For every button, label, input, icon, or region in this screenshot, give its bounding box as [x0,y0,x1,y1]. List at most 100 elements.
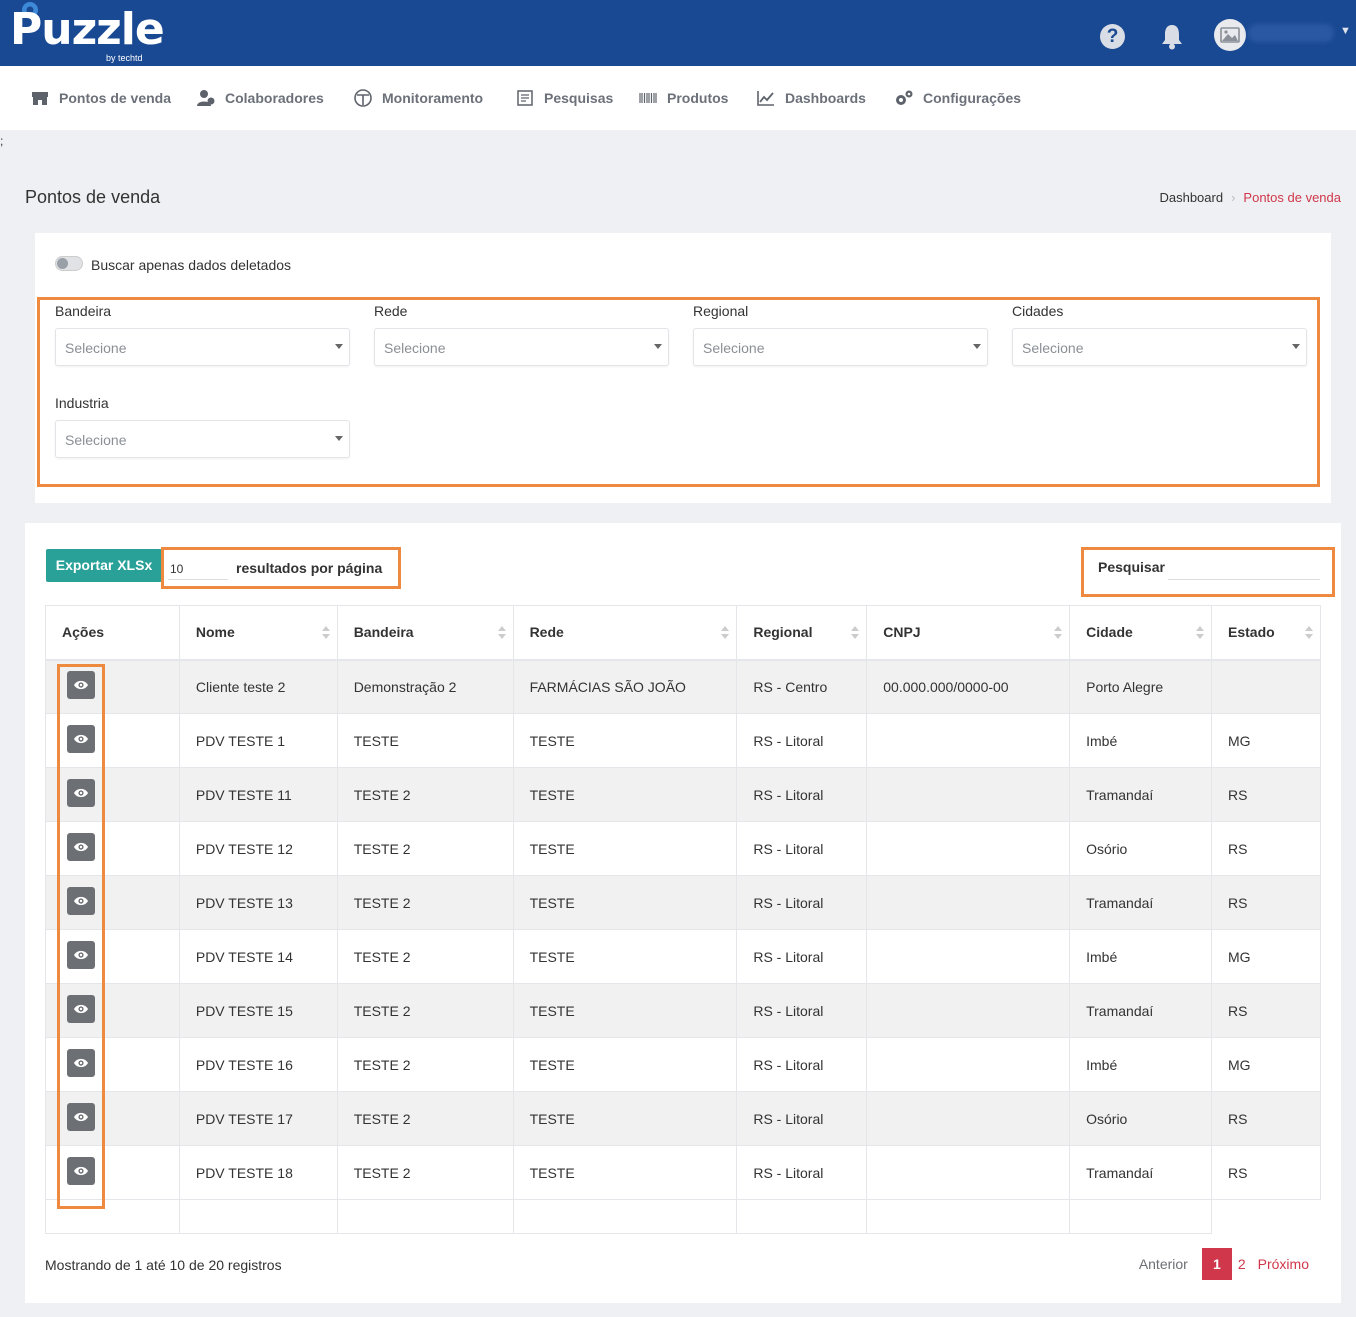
sort-icon[interactable] [1196,626,1204,640]
export-xlsx-button[interactable]: Exportar XLSx [46,549,162,582]
empty-cell [337,1199,514,1234]
bandeira-select[interactable]: Selecione [55,328,350,366]
search-input[interactable] [1168,556,1320,580]
cell-rede: TESTE [513,1145,738,1200]
empty-cell [513,1199,738,1234]
monitor-icon [354,89,372,107]
nav-colaboradores[interactable]: Colaboradores [196,66,324,130]
cell-estado: MG [1211,713,1321,768]
cell-regional: RS - Litoral [736,1091,868,1146]
sort-icon[interactable] [721,626,730,640]
cell-cnpj: 00.000.000/0000-00 [866,659,1071,714]
cell-estado: RS [1211,1145,1321,1200]
cell-rede: TESTE [513,875,738,930]
industria-select[interactable]: Selecione [55,420,350,458]
col-header-regional[interactable]: Regional [736,605,868,661]
table-row: PDV TESTE 16 TESTE 2 TESTE RS - Litoral Imbé… [45,1037,1321,1092]
cell-rede: TESTE [513,1091,738,1146]
pdv-table: Ações Nome Bandeira Rede Regional CNPJ C… [45,605,1321,1234]
highlight-filters [37,297,1320,487]
nav-label: Pesquisas [544,90,614,106]
cell-nome: PDV TESTE 12 [179,821,338,876]
sort-icon[interactable] [1054,626,1063,640]
col-header-label: Cidade [1086,624,1133,641]
nav-configuracoes[interactable]: Configurações [894,66,1021,130]
pagination-prev[interactable]: Anterior [1139,1256,1188,1272]
sort-icon[interactable] [497,626,506,640]
help-icon[interactable]: ? [1100,24,1125,49]
pagination-next[interactable]: Próximo [1258,1256,1309,1272]
col-header-nome[interactable]: Nome [179,605,338,661]
empty-cell [1069,1199,1212,1234]
sort-icon[interactable] [1305,626,1313,640]
search-label: Pesquisar [1098,559,1165,575]
cell-bandeira: TESTE 2 [337,875,514,930]
cell-nome: PDV TESTE 18 [179,1145,338,1200]
cell-cidade: Tramandaí [1069,875,1212,930]
select-placeholder: Selecione [384,340,446,356]
table-row: PDV TESTE 15 TESTE 2 TESTE RS - Litoral Tram… [45,983,1321,1038]
cell-estado: RS [1211,1091,1321,1146]
per-page-label: resultados por página [236,560,383,576]
cell-cidade: Porto Alegre [1069,659,1212,714]
rede-select[interactable]: Selecione [374,328,669,366]
cell-cnpj [866,1091,1071,1146]
cell-nome: PDV TESTE 11 [179,767,338,822]
col-header-rede[interactable]: Rede [513,605,738,661]
col-header-cidade[interactable]: Cidade [1069,605,1212,661]
pagination: Anterior 1 2 Próximo [1139,1248,1309,1280]
regional-select[interactable]: Selecione [693,328,988,366]
col-header-bandeira[interactable]: Bandeira [337,605,514,661]
pagination-page-1[interactable]: 1 [1201,1248,1232,1280]
cell-bandeira: TESTE 2 [337,1145,514,1200]
breadcrumb-home-link[interactable]: Dashboard [1159,190,1223,205]
cell-rede: TESTE [513,983,738,1038]
col-header-estado[interactable]: Estado [1211,605,1321,661]
cell-regional: RS - Centro [736,659,868,714]
filter-label-bandeira: Bandeira [55,303,112,319]
nav-pontos-de-venda[interactable]: Pontos de venda [30,66,171,130]
cell-regional: RS - Litoral [736,713,868,768]
cell-nome: Cliente teste 2 [179,659,338,714]
user-name-redacted[interactable] [1248,24,1334,42]
avatar[interactable] [1214,19,1246,51]
col-header-cnpj[interactable]: CNPJ [866,605,1071,661]
sort-icon[interactable] [321,626,330,640]
cidades-select[interactable]: Selecione [1012,328,1307,366]
sort-icon[interactable] [851,626,860,640]
pagination-page-2[interactable]: 2 [1238,1256,1246,1272]
cell-cnpj [866,1145,1071,1200]
per-page-input[interactable] [168,558,228,580]
deleted-data-toggle[interactable] [55,256,83,271]
chevron-down-icon[interactable]: ▼ [1340,25,1351,37]
cell-regional: RS - Litoral [736,767,868,822]
cell-bandeira: TESTE 2 [337,821,514,876]
brand-logo[interactable]: Puzzle [10,4,165,56]
nav-monitoramento[interactable]: Monitoramento [353,66,483,130]
empty-cell [179,1199,338,1234]
bell-icon[interactable] [1159,22,1185,50]
cell-cidade: Osório [1069,821,1212,876]
cell-nome: PDV TESTE 15 [179,983,338,1038]
cell-nome: PDV TESTE 16 [179,1037,338,1092]
nav-pesquisas[interactable]: Pesquisas [515,66,613,130]
cell-estado: RS [1211,821,1321,876]
col-header-label: CNPJ [883,624,921,641]
cell-estado [1211,659,1321,714]
empty-cell [866,1199,1071,1234]
cell-regional: RS - Litoral [736,1037,868,1092]
cell-cidade: Imbé [1069,1037,1212,1092]
filter-label-regional: Regional [693,303,749,319]
breadcrumb: Dashboard › Pontos de venda [1159,190,1341,205]
cell-estado: MG [1211,1037,1321,1092]
cell-rede: TESTE [513,713,738,768]
col-header-label: Regional [753,624,813,641]
nav-dashboards[interactable]: Dashboards [756,66,866,130]
table-row: PDV TESTE 13 TESTE 2 TESTE RS - Litoral Tram… [45,875,1321,930]
caret-down-icon [1292,344,1300,349]
filter-card: Buscar apenas dados deletados Bandeira S… [35,233,1331,503]
top-bar: Puzzle by techtd ? ▼ [0,0,1356,66]
filter-label-cidades: Cidades [1012,303,1064,319]
nav-produtos[interactable]: Produtos [638,66,728,130]
cell-cnpj [866,1037,1071,1092]
